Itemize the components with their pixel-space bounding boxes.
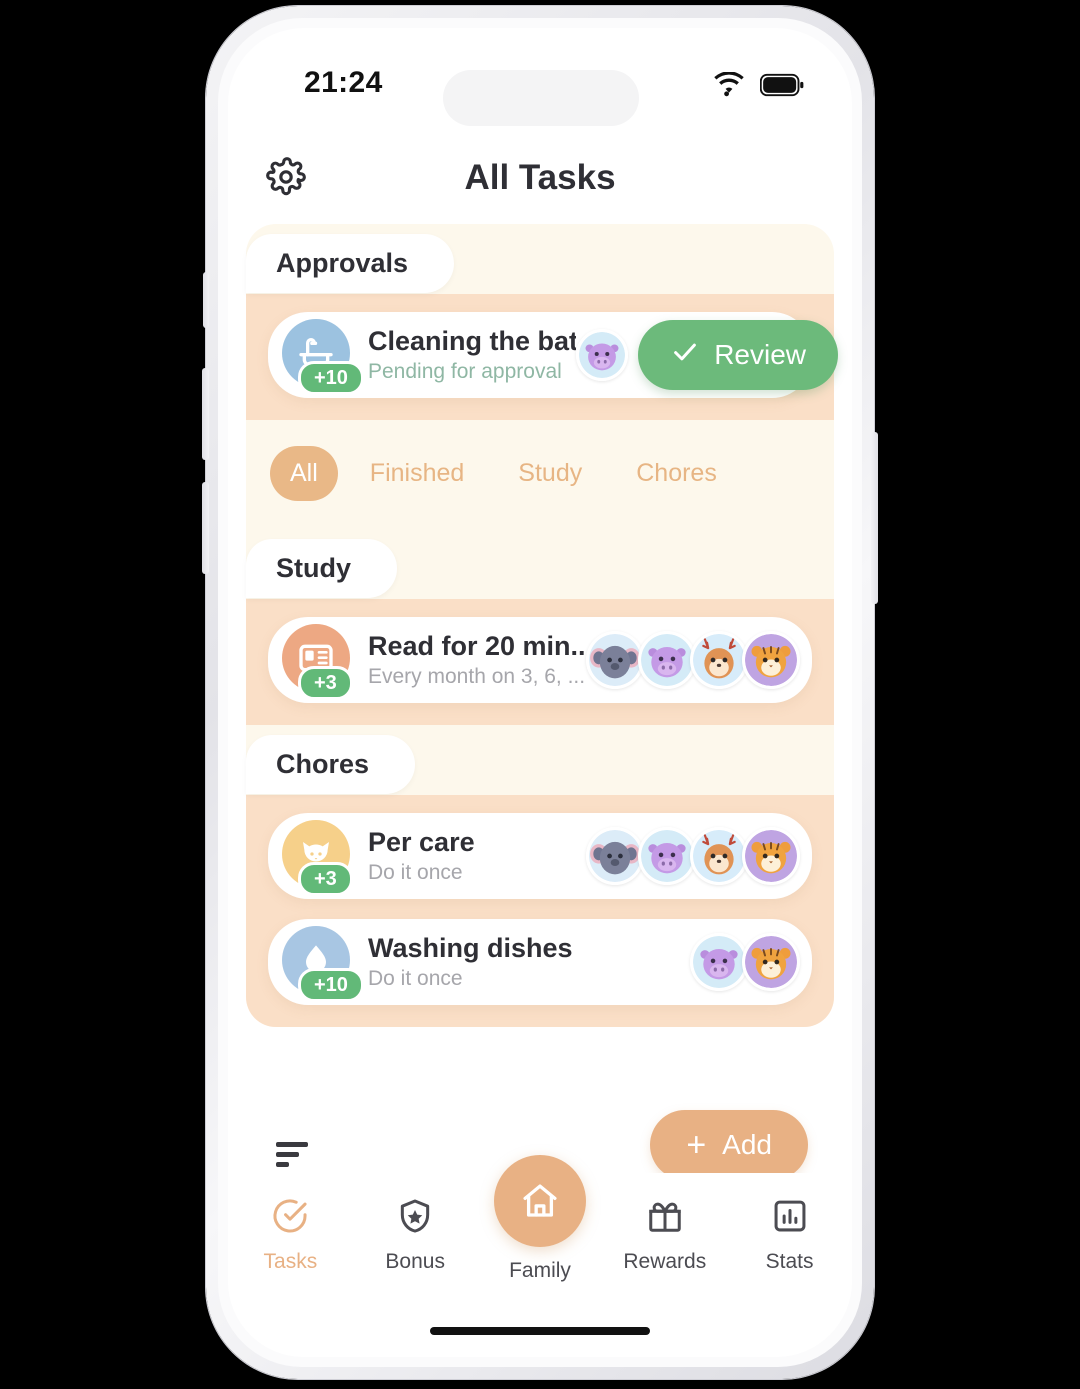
nav-item-bonus[interactable]: Bonus (360, 1197, 470, 1274)
avatar (586, 631, 644, 689)
points-badge: +10 (298, 968, 364, 1002)
assignee-avatars (586, 827, 800, 885)
task-title: Washing dishes (368, 933, 573, 963)
nav-item-label: Rewards (623, 1250, 707, 1273)
avatar (638, 631, 696, 689)
section-title: Approvals (246, 234, 455, 293)
points-badge: +10 (298, 361, 364, 395)
task-title: Read for 20 min... (368, 631, 586, 661)
task-texts: Read for 20 min... Every month on 3, 6, .… (368, 631, 586, 689)
section-body: +10Cleaning the bathro... Pending for app… (246, 294, 838, 420)
task-card[interactable]: +10 Washing dishes Do it once (268, 919, 812, 1005)
section-body: +3 Read for 20 min... Every month on 3, 6,… (246, 599, 834, 725)
task-subtitle: Do it once (368, 967, 463, 990)
task-subtitle: Pending for approval (368, 360, 562, 383)
task-icon-wrap: +3 (282, 624, 354, 700)
avatar (690, 933, 748, 991)
plus-icon: + (686, 1126, 707, 1164)
filter-chip-finished[interactable]: Finished (348, 446, 487, 501)
add-task-button[interactable]: + Add (650, 1110, 808, 1180)
home-indicator (430, 1327, 650, 1335)
section-header: Approvals (246, 224, 834, 294)
task-texts: Washing dishes Do it once (368, 933, 690, 991)
section-title: Study (246, 539, 398, 598)
task-card[interactable]: +3 Per care Do it once (268, 813, 812, 899)
check-icon (670, 337, 700, 374)
gift-icon (646, 1197, 684, 1240)
nav-item-rewards[interactable]: Rewards (610, 1197, 720, 1274)
bar-chart-icon (771, 1197, 809, 1240)
task-subtitle: Every month on 3, 6, ... (368, 665, 586, 688)
volume-down-button[interactable] (202, 482, 209, 574)
page-title: All Tasks (464, 158, 616, 197)
shield-star-icon (396, 1197, 434, 1240)
phone-screen: 21:24 All Tasks Approvals +10 Cleaning t… (228, 28, 852, 1357)
task-card[interactable]: +3 Read for 20 min... Every month on 3, 6,… (268, 617, 812, 703)
battery-icon (759, 73, 804, 102)
section-title: Chores (246, 735, 416, 794)
sort-lines-icon (276, 1161, 289, 1167)
add-task-label: Add (722, 1129, 772, 1160)
task-texts: Per care Do it once (368, 827, 586, 885)
task-list-scroll[interactable]: Approvals+10Cleaning the bathro...Pendin… (228, 224, 852, 1124)
home-icon[interactable] (493, 1155, 586, 1247)
avatar (742, 933, 800, 991)
nav-item-stats[interactable]: Stats (735, 1197, 845, 1274)
task-subtitle: Do it once (368, 861, 463, 884)
avatar (576, 329, 629, 381)
status-time: 21:24 (304, 66, 383, 99)
avatar (742, 631, 800, 689)
sort-lines-icon (276, 1141, 308, 1147)
filter-chip-chores[interactable]: Chores (614, 446, 739, 501)
avatar (586, 827, 644, 885)
assignee-avatars (586, 631, 800, 689)
task-icon-wrap: +10 (282, 319, 364, 395)
sort-lines-icon (276, 1151, 299, 1157)
assignee-avatars (576, 329, 629, 381)
review-button[interactable]: Review (638, 320, 838, 390)
task-icon-wrap: +3 (282, 820, 354, 896)
screenshot-root: 21:24 All Tasks Approvals +10 Cleaning t… (0, 0, 1080, 1389)
nav-item-label: Family (509, 1259, 571, 1282)
wifi-icon (712, 71, 746, 103)
filter-chips: All Finished Study Chores (246, 420, 834, 529)
sort-button[interactable] (276, 1130, 324, 1178)
points-badge: +3 (298, 666, 353, 700)
app-header: All Tasks (228, 138, 852, 234)
task-icon-wrap: +10 (282, 926, 364, 1002)
task-title: Per care (368, 827, 475, 857)
task-texts: Cleaning the bathro... Pending for approv… (368, 326, 576, 384)
points-badge: +3 (298, 862, 353, 896)
filter-chip-study[interactable]: Study (496, 446, 604, 501)
volume-up-button[interactable] (202, 368, 209, 460)
nav-item-label: Tasks (263, 1250, 318, 1273)
section-header: Study (246, 529, 834, 599)
nav-item-label: Stats (765, 1250, 814, 1273)
nav-item-label: Bonus (385, 1250, 445, 1273)
nav-item-tasks[interactable]: Tasks (235, 1197, 345, 1274)
mute-switch[interactable] (203, 272, 209, 328)
avatar (690, 827, 748, 885)
avatar (742, 827, 800, 885)
task-title: Cleaning the bathro... (368, 326, 577, 356)
section-body: +3 Per care Do it once +10 Washing dishes Do … (246, 795, 834, 1027)
avatar (638, 827, 696, 885)
check-circle-icon (271, 1197, 309, 1240)
nav-item-family[interactable]: Family (485, 1155, 595, 1283)
section-header: Chores (246, 725, 834, 795)
tasks-panel: Approvals+10Cleaning the bathro...Pendin… (246, 224, 838, 1027)
status-indicators (712, 71, 804, 103)
dynamic-island (443, 70, 639, 126)
task-card[interactable]: +10Cleaning the bathro... Pending for app… (268, 312, 838, 398)
assignee-avatars (690, 933, 800, 991)
avatar (690, 631, 748, 689)
review-button-label: Review (714, 339, 806, 370)
power-button[interactable] (871, 432, 878, 604)
filter-chip-all[interactable]: All (270, 446, 338, 501)
status-bar: 21:24 (228, 50, 852, 126)
